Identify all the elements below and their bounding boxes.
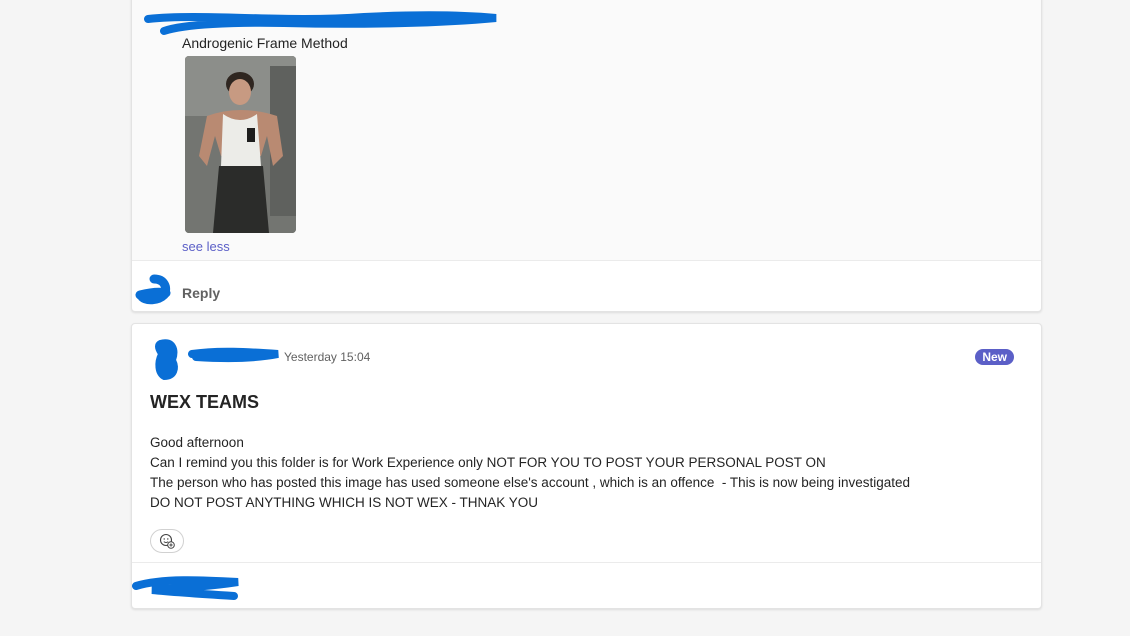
redaction-scribble bbox=[135, 274, 171, 305]
previous-post-card: Androgenic Frame Method see less Reply bbox=[131, 0, 1042, 312]
body-line: Can I remind you this folder is for Work… bbox=[150, 455, 826, 470]
see-less-link[interactable]: see less bbox=[182, 239, 230, 254]
emoji-add-icon bbox=[159, 533, 175, 549]
body-line: DO NOT POST ANYTHING WHICH IS NOT WEX - … bbox=[150, 495, 539, 510]
reply-text: Androgenic Frame Method bbox=[182, 35, 348, 51]
body-line: The person who has posted this image has… bbox=[150, 475, 911, 490]
divider bbox=[132, 562, 1041, 563]
post-timestamp: Yesterday 15:04 bbox=[284, 350, 371, 364]
body-line: Good afternoon bbox=[150, 435, 244, 450]
redaction-scribble bbox=[132, 576, 239, 600]
mirror-selfie-image bbox=[185, 56, 296, 233]
reply-row[interactable]: Reply bbox=[132, 261, 1041, 311]
post-body: Good afternoon Can I remind you this fol… bbox=[150, 433, 910, 513]
new-badge: New bbox=[975, 349, 1014, 365]
post-subject: WEX TEAMS bbox=[150, 392, 260, 412]
reply-button[interactable]: Reply bbox=[182, 285, 220, 301]
reply-message: Androgenic Frame Method see less bbox=[132, 0, 1041, 261]
redaction-scribble bbox=[188, 347, 279, 362]
add-reaction-button[interactable] bbox=[150, 529, 184, 553]
post-card: Yesterday 15:04 New WEX TEAMS Good after… bbox=[131, 323, 1042, 609]
avatar[interactable] bbox=[148, 334, 188, 384]
post-image[interactable] bbox=[185, 56, 296, 233]
